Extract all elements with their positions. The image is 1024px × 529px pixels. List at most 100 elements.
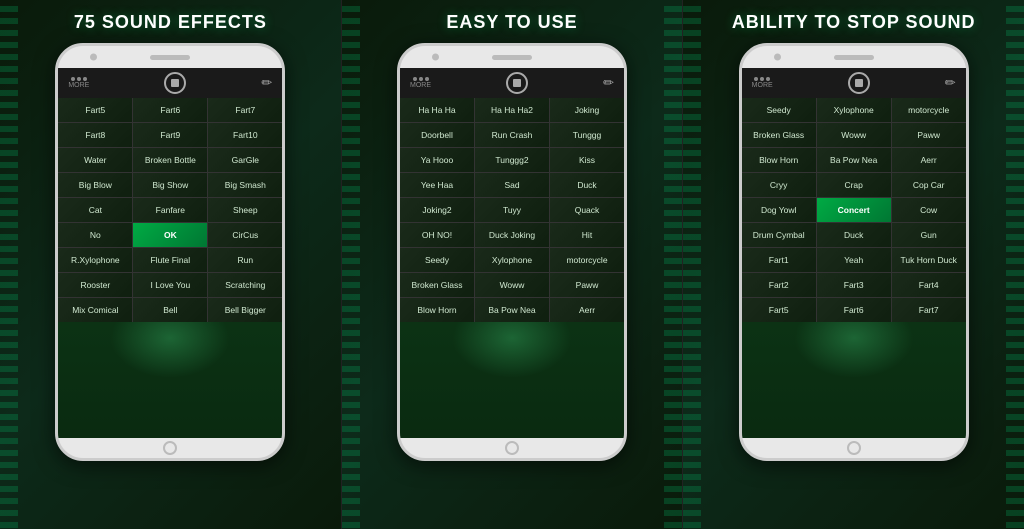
sound-cell[interactable]: Ba Pow Nea — [475, 298, 549, 322]
sound-cell[interactable]: Dog Yowl — [742, 198, 816, 222]
sound-cell[interactable]: Seedy — [400, 248, 474, 272]
sound-cell[interactable]: Fart5 — [58, 98, 132, 122]
sound-cell[interactable]: Tuyy — [475, 198, 549, 222]
sound-cell[interactable]: GarGle — [208, 148, 282, 172]
sound-cell[interactable]: Fart9 — [133, 123, 207, 147]
section-left: 75 SOUND EFFECTS MORE ✏ Fart5Fart6Fart7F… — [0, 0, 341, 529]
sound-cell[interactable]: Drum Cymbal — [742, 223, 816, 247]
sound-cell[interactable]: Aerr — [550, 298, 624, 322]
sound-cell[interactable]: Broken Glass — [742, 123, 816, 147]
speaker-left — [150, 55, 190, 60]
sound-cell[interactable]: Sheep — [208, 198, 282, 222]
sound-cell[interactable]: Big Show — [133, 173, 207, 197]
sound-cell[interactable]: I Love You — [133, 273, 207, 297]
sound-cell[interactable]: Woww — [817, 123, 891, 147]
sound-cell[interactable]: No — [58, 223, 132, 247]
edit-icon-left[interactable]: ✏ — [261, 75, 272, 91]
sound-cell[interactable]: OH NO! — [400, 223, 474, 247]
sound-cell[interactable]: Blow Horn — [742, 148, 816, 172]
sound-cell[interactable]: Tunggg2 — [475, 148, 549, 172]
sound-cell[interactable]: Quack — [550, 198, 624, 222]
sound-cell[interactable]: Cop Car — [892, 173, 966, 197]
sound-cell[interactable]: Cryy — [742, 173, 816, 197]
sound-cell[interactable]: Fart1 — [742, 248, 816, 272]
sound-cell[interactable]: Broken Bottle — [133, 148, 207, 172]
sound-cell[interactable]: Fart8 — [58, 123, 132, 147]
sound-cell[interactable]: Flute Final — [133, 248, 207, 272]
sound-cell[interactable]: Big Blow — [58, 173, 132, 197]
sound-cell[interactable]: Concert — [817, 198, 891, 222]
home-button-mid[interactable] — [505, 441, 519, 455]
sound-cell[interactable]: Big Smash — [208, 173, 282, 197]
sound-cell[interactable]: Fanfare — [133, 198, 207, 222]
sound-cell[interactable]: CirCus — [208, 223, 282, 247]
sound-cell[interactable]: Xylophone — [817, 98, 891, 122]
stop-button-left[interactable] — [164, 72, 186, 94]
sound-cell[interactable]: Run Crash — [475, 123, 549, 147]
edit-icon-mid[interactable]: ✏ — [603, 75, 614, 91]
sound-cell[interactable]: Ya Hooo — [400, 148, 474, 172]
sound-cell[interactable]: Ba Pow Nea — [817, 148, 891, 172]
sound-cell[interactable]: motorcycle — [892, 98, 966, 122]
sound-cell[interactable]: Fart2 — [742, 273, 816, 297]
more-label-left: MORE — [68, 82, 89, 89]
sound-cell[interactable]: Fart6 — [133, 98, 207, 122]
sound-cell[interactable]: Tuk Horn Duck — [892, 248, 966, 272]
more-button-left[interactable]: MORE — [68, 77, 89, 89]
sound-cell[interactable]: Joking — [550, 98, 624, 122]
sound-cell[interactable]: Tunggg — [550, 123, 624, 147]
sound-cell[interactable]: Fart7 — [892, 298, 966, 322]
sound-cell[interactable]: Seedy — [742, 98, 816, 122]
sound-cell[interactable]: R.Xylophone — [58, 248, 132, 272]
sound-cell[interactable]: Fart3 — [817, 273, 891, 297]
sound-cell[interactable]: Paww — [550, 273, 624, 297]
sound-cell[interactable]: Fart4 — [892, 273, 966, 297]
sound-cell[interactable]: Ha Ha Ha — [400, 98, 474, 122]
sound-cell[interactable]: Duck — [817, 223, 891, 247]
home-button-left[interactable] — [163, 441, 177, 455]
stop-button-mid[interactable] — [506, 72, 528, 94]
sound-cell[interactable]: Duck — [550, 173, 624, 197]
more-button-right[interactable]: MORE — [752, 77, 773, 89]
sound-cell[interactable]: Mix Comical — [58, 298, 132, 322]
sound-cell[interactable]: Crap — [817, 173, 891, 197]
sound-cell[interactable]: Joking2 — [400, 198, 474, 222]
sound-cell[interactable]: Water — [58, 148, 132, 172]
app-header-right: MORE ✏ — [742, 68, 966, 98]
sound-cell[interactable]: Paww — [892, 123, 966, 147]
sound-cell[interactable]: Sad — [475, 173, 549, 197]
sound-cell[interactable]: Yee Haa — [400, 173, 474, 197]
sound-cell[interactable]: Cat — [58, 198, 132, 222]
sound-cell[interactable]: Broken Glass — [400, 273, 474, 297]
more-button-mid[interactable]: MORE — [410, 77, 431, 89]
sound-cell[interactable]: Fart10 — [208, 123, 282, 147]
sound-cell[interactable]: Fart6 — [817, 298, 891, 322]
camera-mid — [432, 54, 439, 61]
edit-icon-right[interactable]: ✏ — [945, 75, 956, 91]
sound-cell[interactable]: Rooster — [58, 273, 132, 297]
camera-right — [774, 54, 781, 61]
sound-cell[interactable]: Xylophone — [475, 248, 549, 272]
sound-cell[interactable]: Bell Bigger — [208, 298, 282, 322]
sound-cell[interactable]: Bell — [133, 298, 207, 322]
more-label-right: MORE — [752, 82, 773, 89]
sound-cell[interactable]: Fart5 — [742, 298, 816, 322]
sound-cell[interactable]: motorcycle — [550, 248, 624, 272]
sound-cell[interactable]: Aerr — [892, 148, 966, 172]
stop-button-right[interactable] — [848, 72, 870, 94]
sound-cell[interactable]: Ha Ha Ha2 — [475, 98, 549, 122]
sound-cell[interactable]: Gun — [892, 223, 966, 247]
sound-cell[interactable]: Hit — [550, 223, 624, 247]
sound-cell[interactable]: Doorbell — [400, 123, 474, 147]
sound-cell[interactable]: Duck Joking — [475, 223, 549, 247]
sound-cell[interactable]: OK — [133, 223, 207, 247]
sound-cell[interactable]: Run — [208, 248, 282, 272]
sound-cell[interactable]: Yeah — [817, 248, 891, 272]
sound-cell[interactable]: Scratching — [208, 273, 282, 297]
sound-cell[interactable]: Cow — [892, 198, 966, 222]
sound-cell[interactable]: Kiss — [550, 148, 624, 172]
sound-cell[interactable]: Fart7 — [208, 98, 282, 122]
home-button-right[interactable] — [847, 441, 861, 455]
sound-cell[interactable]: Woww — [475, 273, 549, 297]
sound-cell[interactable]: Blow Horn — [400, 298, 474, 322]
